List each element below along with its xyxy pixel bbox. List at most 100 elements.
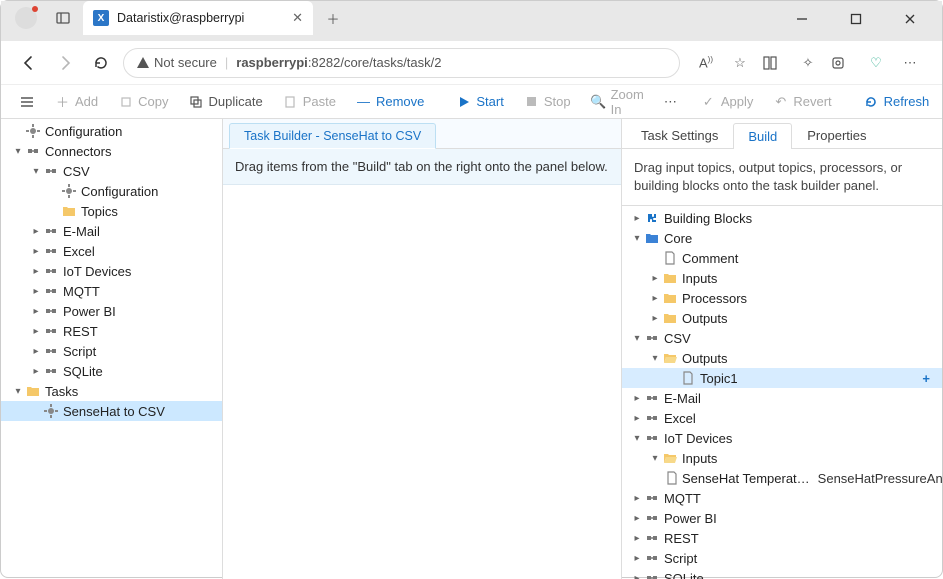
more-button[interactable]: ⋯	[656, 91, 685, 113]
task-builder-tab[interactable]: Task Builder - SenseHat to CSV	[229, 123, 436, 149]
tree-row[interactable]: SenseHat Temperat…SenseHatPressureAnd…	[622, 468, 942, 488]
extensions-icon[interactable]	[830, 55, 854, 71]
tree-row[interactable]: ▸REST	[622, 528, 942, 548]
tree-row[interactable]: Topics	[1, 201, 222, 221]
tree-row[interactable]: ▸Power BI	[1, 301, 222, 321]
task-builder-canvas[interactable]	[223, 185, 621, 579]
expander-icon[interactable]: ▸	[29, 326, 43, 337]
expander-icon[interactable]: ▸	[29, 266, 43, 277]
tab-overview-button[interactable]	[47, 2, 79, 34]
expander-icon[interactable]: ▸	[630, 513, 644, 524]
tree-row[interactable]: ▾CSV	[622, 328, 942, 348]
left-tree[interactable]: Configuration▾Connectors▾CSVConfiguratio…	[1, 121, 222, 421]
tree-row[interactable]: ▸Excel	[1, 241, 222, 261]
tree-row[interactable]: ▾Tasks	[1, 381, 222, 401]
security-warning[interactable]: Not secure	[136, 55, 217, 70]
browser-tab[interactable]: X Dataristix@raspberrypi ✕	[83, 1, 313, 35]
expander-icon[interactable]: ▸	[630, 493, 644, 504]
expander-icon[interactable]: ▾	[648, 453, 662, 464]
menu-icon[interactable]: ⋯	[898, 55, 922, 71]
expander-icon[interactable]: ▸	[29, 286, 43, 297]
window-close[interactable]	[892, 5, 928, 33]
tree-label: Excel	[664, 411, 696, 426]
folder-icon	[61, 203, 77, 219]
tree-row[interactable]: ▾IoT Devices	[622, 428, 942, 448]
favorites-bar-icon[interactable]: ✧	[796, 55, 820, 71]
right-tree[interactable]: ▸Building Blocks▾CoreComment▸Inputs▸Proc…	[622, 206, 942, 579]
address-input[interactable]: Not secure | raspberrypi:8282/core/tasks…	[123, 48, 680, 78]
expander-icon[interactable]: ▾	[630, 233, 644, 244]
expander-icon[interactable]: ▸	[648, 273, 662, 284]
tree-row[interactable]: ▾Connectors	[1, 141, 222, 161]
tree-row[interactable]: ▸IoT Devices	[1, 261, 222, 281]
expander-icon[interactable]: ▸	[630, 393, 644, 404]
tree-row[interactable]: ▸Outputs	[622, 308, 942, 328]
expander-icon[interactable]: ▾	[630, 333, 644, 344]
add-topic-icon[interactable]: +	[922, 371, 936, 386]
expander-icon[interactable]: ▸	[630, 553, 644, 564]
expander-icon[interactable]: ▸	[630, 533, 644, 544]
expander-icon[interactable]: ▸	[648, 293, 662, 304]
remove-button[interactable]: —Remove	[348, 91, 432, 112]
tree-row[interactable]: ▸SQLite	[622, 568, 942, 579]
expander-icon[interactable]: ▾	[648, 353, 662, 364]
menu-button[interactable]	[11, 92, 43, 112]
tree-row[interactable]: Comment	[622, 248, 942, 268]
tree-row[interactable]: ▸Building Blocks	[622, 208, 942, 228]
tree-row[interactable]: ▸MQTT	[1, 281, 222, 301]
tree-label: Topic1	[700, 371, 738, 386]
tree-row[interactable]: Topic1 +	[622, 368, 942, 388]
tree-row[interactable]: ▸ REST	[1, 321, 222, 341]
duplicate-button[interactable]: Duplicate	[181, 91, 271, 112]
tab-build[interactable]: Build	[733, 123, 792, 149]
expander-icon[interactable]: ▸	[630, 573, 644, 579]
revert-button: ↶Revert	[765, 91, 839, 112]
expander-icon[interactable]: ▾	[29, 166, 43, 177]
refresh-button[interactable]	[87, 49, 115, 77]
tree-row[interactable]: ▸ Excel	[622, 408, 942, 428]
expander-icon[interactable]: ▾	[11, 386, 25, 397]
start-button[interactable]: Start	[448, 91, 511, 112]
profile-icon[interactable]	[15, 7, 37, 29]
expander-icon[interactable]: ▾	[630, 433, 644, 444]
expander-icon[interactable]: ▸	[29, 226, 43, 237]
refresh-button-app[interactable]: Refresh	[856, 91, 938, 112]
tree-row[interactable]: ▸Script	[622, 548, 942, 568]
tree-row[interactable]: ▸Power BI	[622, 508, 942, 528]
collections-icon[interactable]	[762, 55, 786, 71]
new-tab-button[interactable]: ＋	[317, 2, 349, 34]
tree-row[interactable]: ▸MQTT	[622, 488, 942, 508]
tab-properties[interactable]: Properties	[792, 122, 881, 148]
expander-icon[interactable]: ▸	[29, 306, 43, 317]
tree-row[interactable]: ▸E-Mail	[1, 221, 222, 241]
read-aloud-icon[interactable]: A))	[694, 55, 718, 70]
tree-row[interactable]: SenseHat to CSV	[1, 401, 222, 421]
close-tab-icon[interactable]: ✕	[292, 10, 303, 26]
expander-icon[interactable]: ▸	[630, 213, 644, 224]
tree-row[interactable]: ▾CSV	[1, 161, 222, 181]
expander-icon[interactable]: ▸	[648, 313, 662, 324]
window-minimize[interactable]	[784, 5, 820, 33]
expander-icon[interactable]: ▸	[29, 346, 43, 357]
tree-row[interactable]: ▸Processors	[622, 288, 942, 308]
expander-icon[interactable]: ▸	[630, 413, 644, 424]
tree-row[interactable]: Configuration	[1, 181, 222, 201]
tree-row[interactable]: ▾Outputs	[622, 348, 942, 368]
tree-label: SQLite	[63, 364, 103, 379]
expander-icon[interactable]: ▸	[29, 366, 43, 377]
tree-row[interactable]: ▾Inputs	[622, 448, 942, 468]
tree-row[interactable]: ▸Inputs	[622, 268, 942, 288]
tab-task-settings[interactable]: Task Settings	[626, 122, 733, 148]
back-button[interactable]	[15, 49, 43, 77]
expander-icon[interactable]: ▾	[11, 146, 25, 157]
expander-icon[interactable]: ▸	[29, 246, 43, 257]
window-maximize[interactable]	[838, 5, 874, 33]
tree-row[interactable]: ▸Script	[1, 341, 222, 361]
tree-row[interactable]: ▾Core	[622, 228, 942, 248]
favorite-icon[interactable]: ☆	[728, 55, 752, 71]
tree-row[interactable]: Configuration	[1, 121, 222, 141]
tree-row[interactable]: ▸E-Mail	[622, 388, 942, 408]
performance-icon[interactable]: ♡	[864, 55, 888, 71]
tree-row[interactable]: ▸ SQLite	[1, 361, 222, 381]
tree-label: REST	[63, 324, 98, 339]
